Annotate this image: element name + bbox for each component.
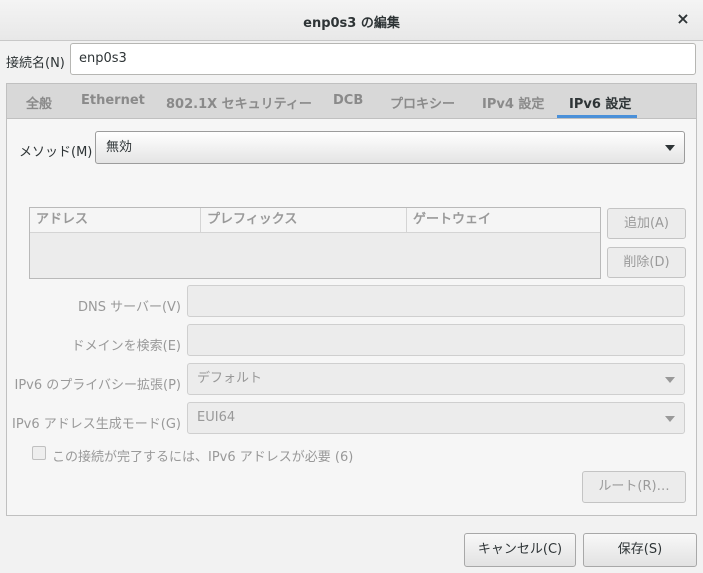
method-select[interactable]: 無効 bbox=[95, 131, 685, 164]
connection-name-label: 接続名(N) bbox=[6, 56, 65, 71]
window-title: enp0s3 の編集 bbox=[303, 16, 400, 31]
tab-ipv4-settings[interactable]: IPv4 設定 bbox=[482, 93, 544, 112]
title-bar: enp0s3 の編集 × bbox=[0, 0, 703, 41]
close-icon[interactable]: × bbox=[673, 9, 693, 29]
chevron-down-icon bbox=[665, 145, 675, 151]
delete-button[interactable]: 削除(D) bbox=[607, 247, 686, 278]
tab-general[interactable]: 全般 bbox=[26, 93, 52, 112]
require-ipv6-checkbox[interactable] bbox=[32, 446, 46, 460]
tab-ipv6-settings[interactable]: IPv6 設定 bbox=[569, 93, 631, 112]
privacy-label: IPv6 のプライバシー拡張(P) bbox=[14, 378, 182, 393]
search-domain-input[interactable] bbox=[187, 324, 685, 356]
save-button[interactable]: 保存(S) bbox=[583, 533, 697, 567]
chevron-down-icon bbox=[665, 416, 675, 422]
method-value: 無効 bbox=[106, 140, 133, 155]
method-label: メソッド(M) bbox=[19, 145, 93, 160]
address-table-header: アドレス プレフィックス ゲートウェイ bbox=[30, 208, 600, 233]
tab-bar: 全般 Ethernet 802.1X セキュリティー DCB プロキシー IPv… bbox=[6, 83, 697, 119]
chevron-down-icon bbox=[665, 377, 675, 383]
add-button[interactable]: 追加(A) bbox=[607, 208, 686, 239]
tab-ethernet[interactable]: Ethernet bbox=[81, 93, 145, 108]
dns-label: DNS サーバー(V) bbox=[77, 300, 181, 315]
column-gateway: ゲートウェイ bbox=[406, 208, 600, 232]
addr-gen-select[interactable]: EUI64 bbox=[187, 402, 685, 434]
cancel-button[interactable]: キャンセル(C) bbox=[464, 533, 576, 567]
routes-button[interactable]: ルート(R)… bbox=[582, 471, 686, 503]
privacy-value: デフォルト bbox=[197, 371, 263, 386]
tab-8021x-security[interactable]: 802.1X セキュリティー bbox=[166, 93, 312, 112]
require-ipv6-label[interactable]: この接続が完了するには、IPv6 アドレスが必要 (6) bbox=[52, 446, 353, 465]
connection-name-input[interactable]: enp0s3 bbox=[70, 43, 696, 75]
tab-proxy[interactable]: プロキシー bbox=[390, 93, 455, 112]
addr-gen-value: EUI64 bbox=[197, 410, 236, 425]
dns-input[interactable] bbox=[187, 285, 685, 317]
column-address: アドレス bbox=[36, 212, 89, 227]
column-prefix: プレフィックス bbox=[200, 208, 406, 232]
active-tab-indicator bbox=[557, 115, 637, 118]
tab-dcb[interactable]: DCB bbox=[333, 93, 363, 108]
search-domain-label: ドメインを検索(E) bbox=[71, 339, 181, 354]
address-table[interactable]: アドレス プレフィックス ゲートウェイ bbox=[29, 207, 601, 279]
addr-gen-label: IPv6 アドレス生成モード(G) bbox=[12, 417, 181, 432]
privacy-select[interactable]: デフォルト bbox=[187, 363, 685, 395]
